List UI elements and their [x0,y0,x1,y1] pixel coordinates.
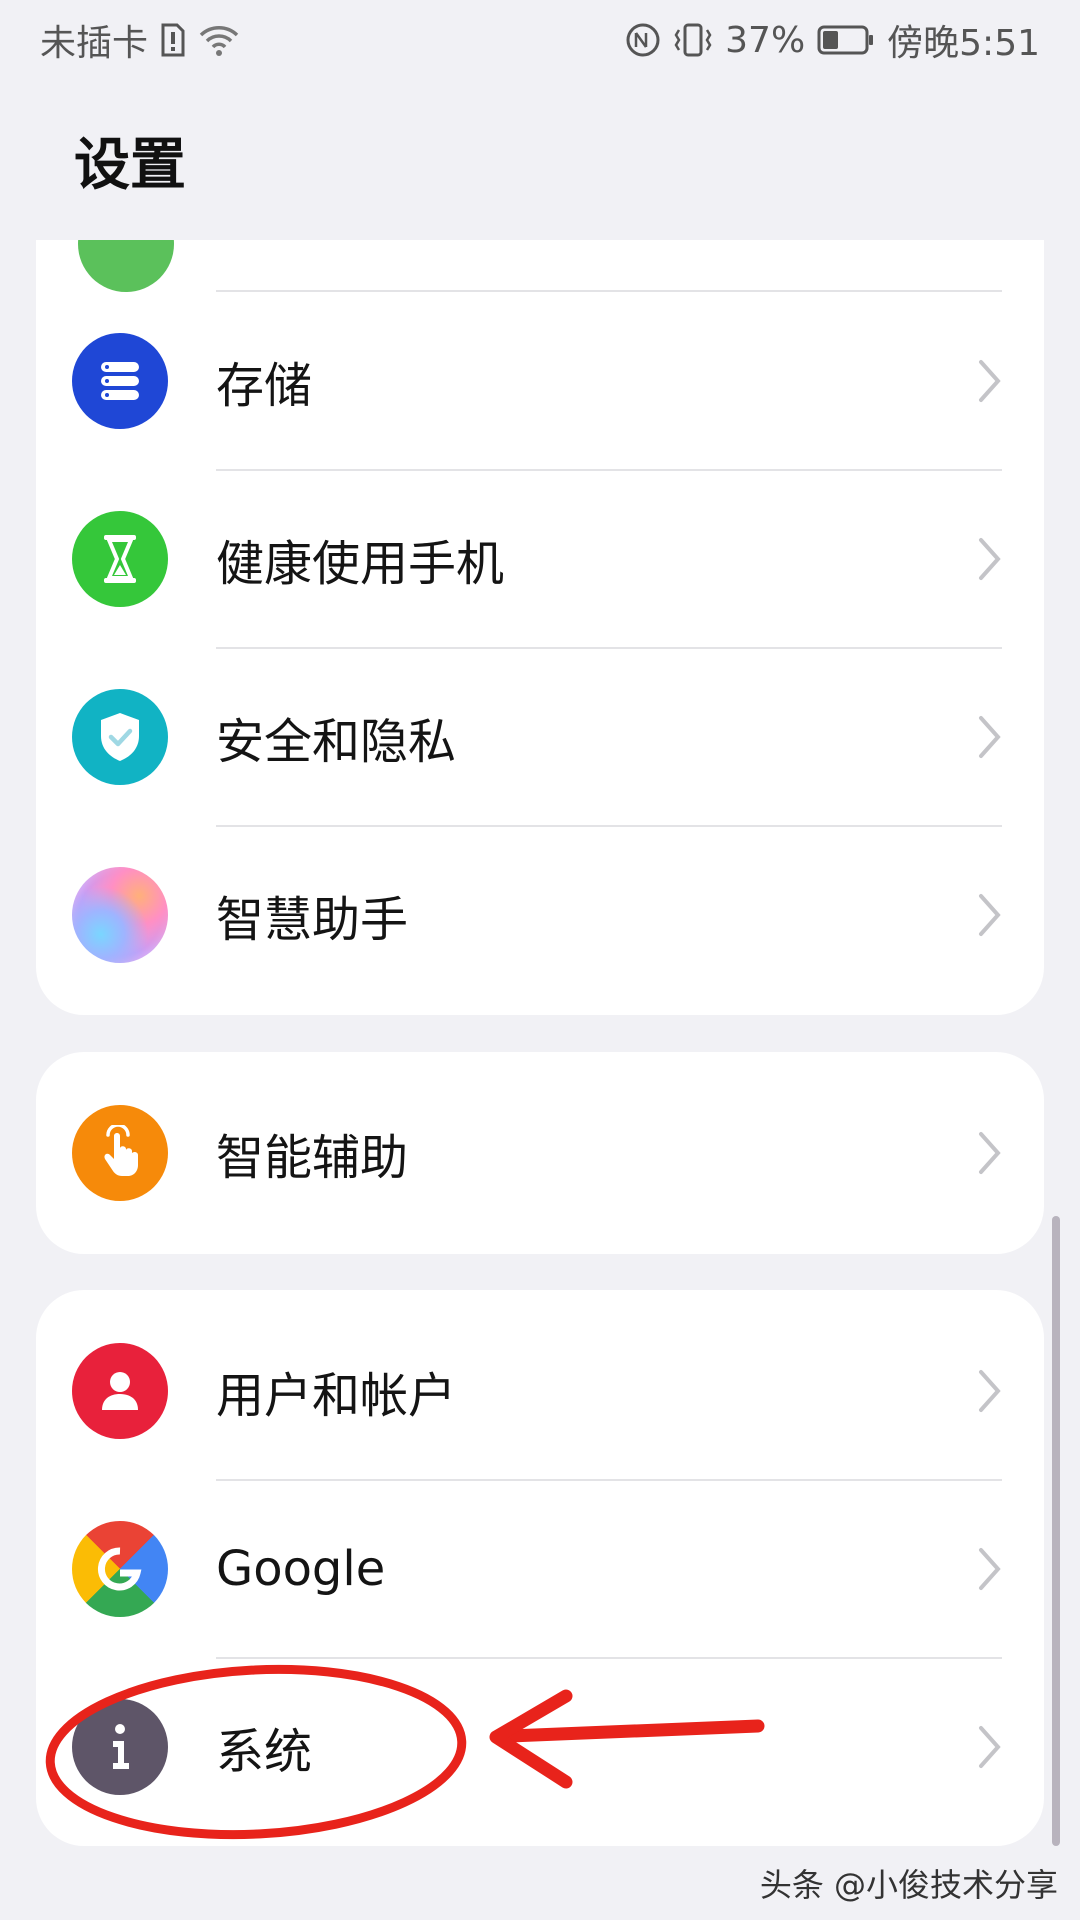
chevron-right-icon [972,1123,1008,1183]
settings-item-users-accounts[interactable]: 用户和帐户 [36,1302,1044,1480]
settings-item-label: 智能辅助 [216,1130,409,1186]
settings-item-label: 健康使用手机 [216,536,505,592]
chevron-right-icon [972,885,1008,945]
settings-item-system[interactable]: 系统 [36,1658,1044,1836]
page-title: 设置 [74,133,186,198]
wifi-icon [198,23,240,57]
settings-item-label: 存储 [216,358,313,414]
chevron-right-icon [972,1361,1008,1421]
settings-item-security-privacy[interactable]: 安全和隐私 [36,648,1044,826]
google-icon [72,1521,168,1617]
battery-percent: 37% [725,19,806,61]
settings-item-label: 用户和帐户 [216,1368,457,1424]
status-bar: 未插卡 37% 傍晚5:51 [0,0,1080,80]
partially-hidden-icon [78,240,174,292]
chevron-right-icon [972,707,1008,767]
carrier-label: 未插卡 [40,23,149,64]
assistant-orb-icon [72,867,168,963]
chevron-right-icon [972,1717,1008,1777]
scrollbar[interactable] [1052,1216,1060,1846]
settings-group-1: 存储 健康使用手机 安全和隐私 智慧助手 [36,240,1044,1015]
settings-item-google[interactable]: Google [36,1480,1044,1658]
chevron-right-icon [972,529,1008,589]
settings-item-label: Google [216,1541,386,1597]
settings-item-label: 安全和隐私 [216,714,457,770]
settings-item-accessibility[interactable]: 智能辅助 [36,1064,1044,1242]
tap-hand-icon [72,1105,168,1201]
nfc-icon [625,22,661,58]
watermark: 头条 @小俊技术分享 [759,1866,1058,1904]
clock: 傍晚5:51 [887,23,1040,64]
info-icon [72,1699,168,1795]
settings-item-smart-assistant[interactable]: 智慧助手 [36,826,1044,1004]
user-icon [72,1343,168,1439]
settings-item-label: 系统 [216,1724,313,1780]
chevron-right-icon [972,1539,1008,1599]
sim-alert-icon [160,23,186,57]
shield-icon [72,689,168,785]
settings-item-digital-balance[interactable]: 健康使用手机 [36,470,1044,648]
settings-group-3: 用户和帐户 Google 系统 [36,1290,1044,1846]
vibrate-icon [673,22,713,58]
chevron-right-icon [972,351,1008,411]
storage-icon [72,333,168,429]
battery-icon [817,25,875,55]
settings-group-2: 智能辅助 [36,1052,1044,1254]
hourglass-icon [72,511,168,607]
settings-item-storage[interactable]: 存储 [36,292,1044,470]
settings-item-label: 智慧助手 [216,892,409,948]
